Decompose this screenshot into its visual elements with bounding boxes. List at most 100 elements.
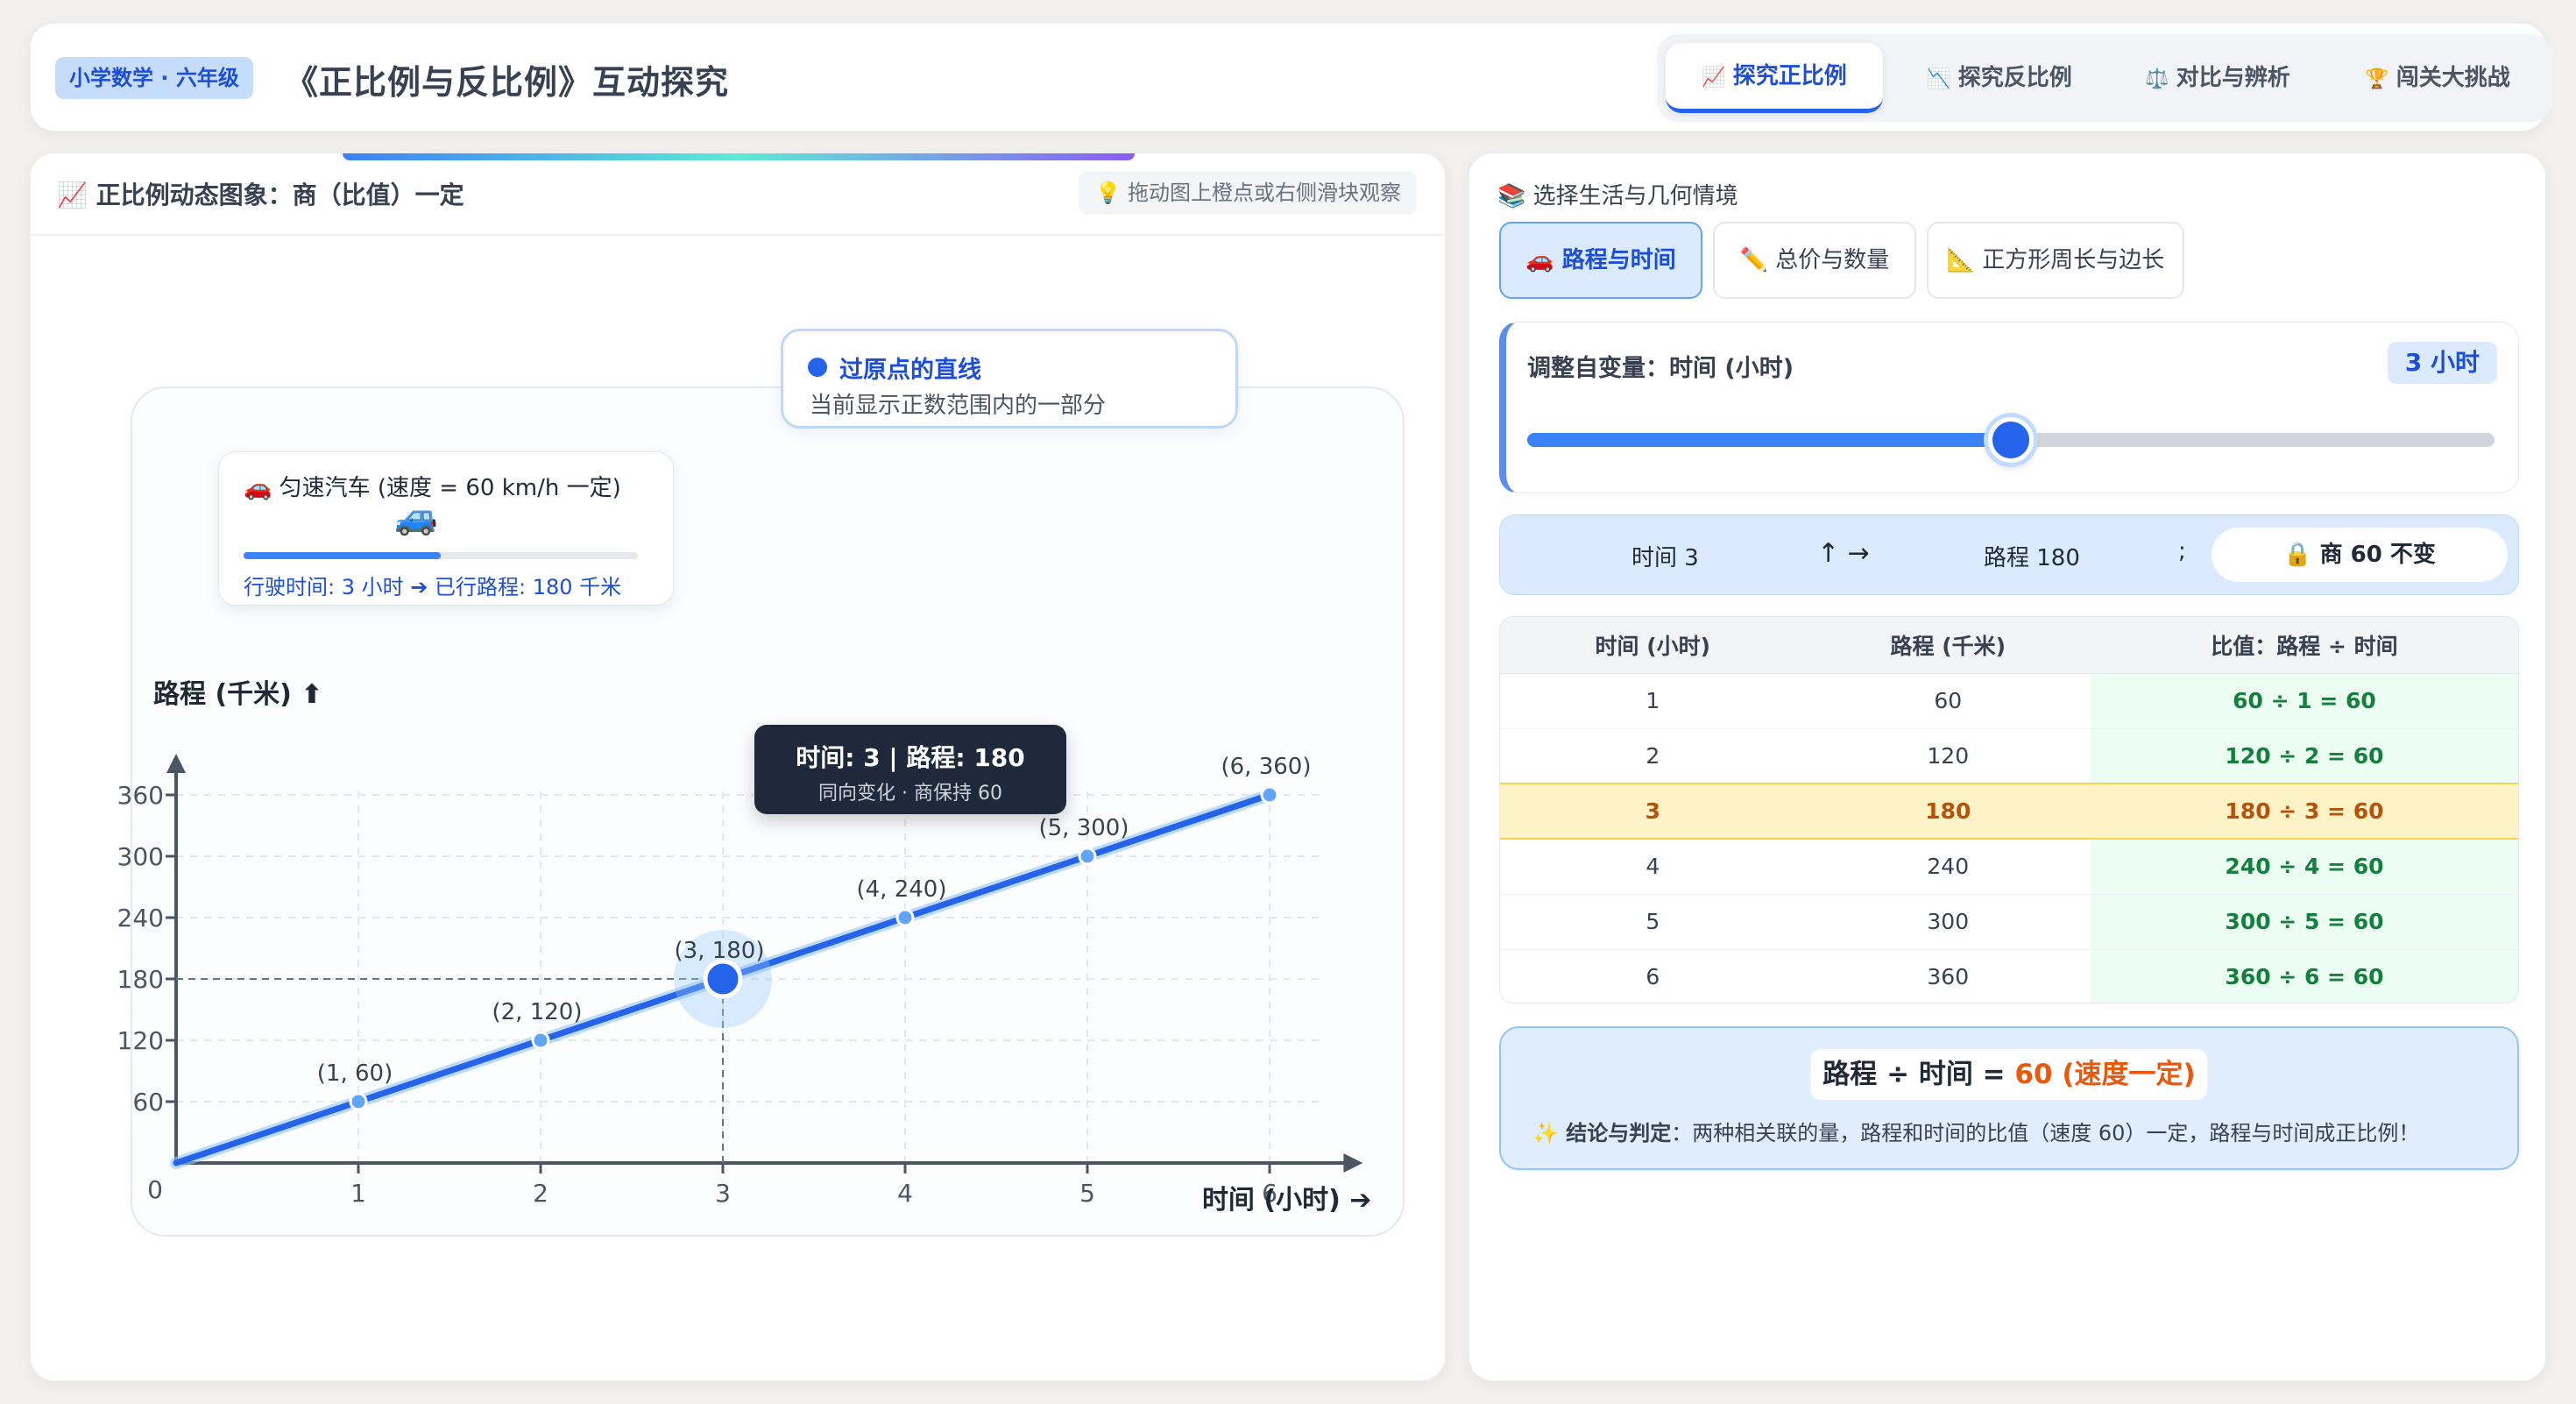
table-ratio-cell: 60 ÷ 1 = 60 <box>2090 673 2518 729</box>
tab-label: 对比与辨析 <box>2176 65 2290 91</box>
graph-panel: 📈 正比例动态图象：商（比值）一定 💡 拖动图上橙点或右侧滑块观察 123456… <box>30 152 1446 1381</box>
data-point <box>531 1031 550 1050</box>
y-tick-label: 300 <box>117 842 164 871</box>
car-progress-track <box>244 552 638 559</box>
x-tick-label: 3 <box>715 1179 731 1208</box>
table-header-cell: 时间 (小时) <box>1500 617 1806 674</box>
chart-up-icon: 📈 <box>1702 67 1726 89</box>
table-ratio-cell: 240 ÷ 4 = 60 <box>2090 839 2518 895</box>
table-cell: 120 <box>1805 728 2091 784</box>
table-header-cell: 比值：路程 ÷ 时间 <box>2090 617 2518 674</box>
table-cell: 2 <box>1500 728 1806 784</box>
table-cell: 5 <box>1500 894 1806 950</box>
table-cell: 360 <box>1805 949 2091 1003</box>
data-point-label: (5, 300) <box>1039 815 1129 841</box>
trophy-icon: 🏆 <box>2365 68 2389 90</box>
time-slider[interactable] <box>1527 417 2495 463</box>
tab-challenge[interactable]: 🏆 闯关大挑战 <box>2330 43 2545 113</box>
table-row-highlighted[interactable]: 3 180 180 ÷ 3 = 60 <box>1500 783 2518 840</box>
table-cell: 3 <box>1500 783 1806 840</box>
y-axis-title: 路程 (千米) ⬆ <box>153 679 322 710</box>
table-ratio-cell: 360 ÷ 6 = 60 <box>2090 949 2518 1003</box>
conclusion-card: 路程 ÷ 时间 = 60 (速度一定) ✨ 结论与判定：两种相关联的量，路程和时… <box>1499 1026 2519 1170</box>
line-note-callout: 过原点的直线 当前显示正数范围内的一部分 <box>781 329 1238 429</box>
table-row[interactable]: 4 240 240 ÷ 4 = 60 <box>1500 839 2518 895</box>
control-panel: 📚 选择生活与几何情境 🚗 路程与时间 ✏️ 总价与数量 📐 正方形周长与边长 … <box>1468 152 2546 1381</box>
header-bar: 小学数学 · 六年级 《正比例与反比例》互动探究 📈 探究正比例 📉 探究反比例 ⚖… <box>30 23 2552 131</box>
formula-prefix: 路程 ÷ 时间 = <box>1822 1059 2015 1090</box>
origin-label: 0 <box>147 1175 163 1204</box>
x-axis-title: 时间 (小时) ➔ <box>1202 1185 1371 1216</box>
tab-direct-proportion[interactable]: 📈 探究正比例 <box>1666 43 1883 113</box>
tooltip-subtitle: 同向变化 · 商保持 60 <box>818 783 1002 805</box>
x-axis-arrowhead <box>1343 1153 1363 1173</box>
y-tick-label: 120 <box>117 1026 164 1055</box>
up-right-arrows-icon: ↑ → <box>1817 538 1870 569</box>
table-cell: 1 <box>1500 673 1806 729</box>
formula-box: 路程 ÷ 时间 = 60 (速度一定) <box>1810 1049 2208 1100</box>
table-cell: 300 <box>1805 894 2091 950</box>
y-tick-label: 240 <box>117 904 164 932</box>
table-cell: 60 <box>1805 673 2091 729</box>
table-header-row: 时间 (小时) 路程 (千米) 比值：路程 ÷ 时间 <box>1500 617 2518 674</box>
context-square-perimeter-button[interactable]: 📐 正方形周长与边长 <box>1927 222 2184 299</box>
table-row[interactable]: 5 300 300 ÷ 5 = 60 <box>1500 894 2518 950</box>
line-note-title: 过原点的直线 <box>839 357 981 384</box>
slider-value-badge: 3 小时 <box>2387 342 2497 384</box>
value-table: 时间 (小时) 路程 (千米) 比值：路程 ÷ 时间 1 60 60 ÷ 1 =… <box>1499 616 2519 1003</box>
conclusion-text: ✨ 结论与判定：两种相关联的量，路程和时间的比值（速度 60）一定，路程与时间成… <box>1532 1116 2419 1146</box>
x-tick-label: 4 <box>897 1179 913 1208</box>
table-ratio-cell: 300 ÷ 5 = 60 <box>2090 894 2518 950</box>
point-tooltip: 时间: 3 | 路程: 180 同向变化 · 商保持 60 <box>754 725 1066 814</box>
data-point-label: (3, 180) <box>675 938 765 964</box>
y-tick-label: 180 <box>117 965 164 994</box>
y-axis-arrowhead <box>166 754 186 773</box>
data-point-label: (6, 360) <box>1221 754 1312 780</box>
scale-icon: ⚖️ <box>2145 68 2169 90</box>
relation-summary-bar: 时间 3 ↑ → 路程 180 ; 🔒 商 60 不变 <box>1499 514 2519 595</box>
tooltip-title: 时间: 3 | 路程: 180 <box>796 743 1025 772</box>
car-animation-card: 🚗 匀速汽车 (速度 = 60 km/h 一定) 🚙 行驶时间: 3 小时 ➔ … <box>218 451 674 606</box>
variable-slider-card: 调整自变量：时间 (小时) 3 小时 <box>1499 322 2519 493</box>
data-point <box>349 1092 368 1111</box>
data-point <box>1260 785 1279 805</box>
context-section-title: 📚 选择生活与几何情境 <box>1497 183 1738 209</box>
relation-x-text: 时间 3 <box>1631 545 1699 571</box>
x-tick-label: 2 <box>533 1179 548 1208</box>
table-cell: 4 <box>1500 839 1806 895</box>
context-distance-time-button[interactable]: 🚗 路程与时间 <box>1499 222 1702 299</box>
table-row[interactable]: 1 60 60 ÷ 1 = 60 <box>1500 673 2518 729</box>
car-icon: 🚙 <box>394 497 438 537</box>
table-row[interactable]: 2 120 120 ÷ 2 = 60 <box>1500 728 2518 784</box>
page-title: 《正比例与反比例》互动探究 <box>285 63 730 102</box>
data-point <box>895 908 915 927</box>
table-ratio-cell: 180 ÷ 3 = 60 <box>2090 783 2518 840</box>
relation-separator: ; <box>2178 538 2186 564</box>
data-point-label: (1, 60) <box>317 1060 393 1087</box>
tab-compare[interactable]: ⚖️ 对比与辨析 <box>2112 43 2323 113</box>
chart-down-icon: 📉 <box>1927 68 1951 90</box>
y-tick-label: 360 <box>117 781 164 810</box>
table-cell: 6 <box>1500 949 1806 1003</box>
car-progress-fill <box>244 552 441 559</box>
grade-badge: 小学数学 · 六年级 <box>55 57 253 99</box>
y-tick-label: 60 <box>132 1088 164 1117</box>
selected-data-point <box>703 959 743 999</box>
data-point-label: (4, 240) <box>857 876 947 903</box>
car-status-text: 行驶时间: 3 小时 ➔ 已行路程: 180 千米 <box>244 575 622 599</box>
tab-inverse-proportion[interactable]: 📉 探究反比例 <box>1892 43 2107 113</box>
tab-label: 闯关大挑战 <box>2396 65 2510 91</box>
slider-label: 调整自变量：时间 (小时) <box>1527 355 1794 382</box>
tab-label: 探究正比例 <box>1732 63 1847 89</box>
module-tabs: 📈 探究正比例 📉 探究反比例 ⚖️ 对比与辨析 🏆 闯关大挑战 <box>1657 34 2552 122</box>
context-price-quantity-button[interactable]: ✏️ 总价与数量 <box>1713 222 1916 299</box>
table-ratio-cell: 120 ÷ 2 = 60 <box>2090 728 2518 784</box>
table-row[interactable]: 6 360 360 ÷ 6 = 60 <box>1500 949 2518 1003</box>
table-cell: 240 <box>1805 839 2091 895</box>
data-point-label: (2, 120) <box>492 999 583 1025</box>
slider-thumb[interactable] <box>1988 417 2034 463</box>
formula-value: 60 (速度一定) <box>2014 1059 2196 1090</box>
bullet-dot-icon <box>808 358 827 377</box>
x-tick-label: 5 <box>1079 1179 1095 1208</box>
line-note-subtitle: 当前显示正数范围内的一部分 <box>810 393 1107 419</box>
